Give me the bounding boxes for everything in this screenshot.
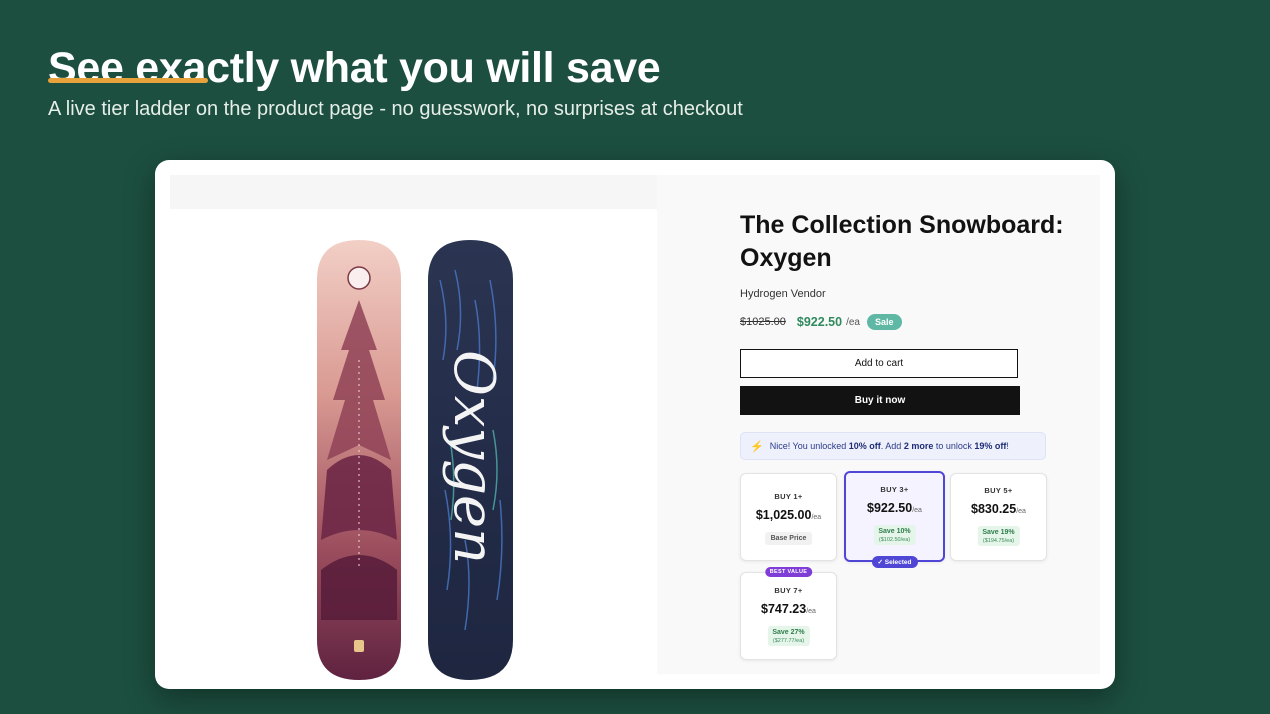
lightning-icon: ⚡ bbox=[750, 440, 764, 453]
product-page-screenshot: Oxygen The Collection Snowboard: Oxygen … bbox=[155, 160, 1115, 689]
product-gallery[interactable]: Oxygen bbox=[170, 210, 657, 680]
tier-card-buy-7[interactable]: BEST VALUE BUY 7+ $747.23/ea Save 27% ($… bbox=[740, 567, 837, 660]
product-info: The Collection Snowboard: Oxygen Hydroge… bbox=[657, 175, 1100, 674]
product-title: The Collection Snowboard: Oxygen bbox=[740, 211, 1064, 272]
tier-label: BUY 5+ bbox=[984, 486, 1013, 495]
buy-now-button[interactable]: Buy it now bbox=[740, 386, 1020, 415]
unlock-message: Nice! You unlocked 10% off. Add 2 more t… bbox=[769, 441, 1009, 451]
product-vendor: Hydrogen Vendor bbox=[740, 288, 826, 300]
selected-chip: ✓ Selected bbox=[871, 556, 918, 568]
slide-subheadline: A live tier ladder on the product page -… bbox=[48, 98, 743, 120]
unlock-banner: ⚡ Nice! You unlocked 10% off. Add 2 more… bbox=[740, 432, 1046, 460]
tier-label: BUY 7+ bbox=[774, 586, 803, 595]
tier-card-buy-3[interactable]: BUY 3+ $922.50/ea Save 10% ($102.50/ea) … bbox=[844, 471, 945, 568]
tier-label: BUY 3+ bbox=[880, 485, 909, 494]
tier-card-buy-5[interactable]: BUY 5+ $830.25/ea Save 19% ($194.75/ea) bbox=[950, 473, 1047, 561]
tier-savings: Save 10% ($102.50/ea) bbox=[873, 525, 916, 545]
sale-price: $922.50 bbox=[796, 315, 843, 329]
sale-badge: Sale bbox=[866, 314, 902, 330]
tier-price: $1,025.00/ea bbox=[755, 508, 822, 522]
tier-label: BUY 1+ bbox=[774, 492, 803, 501]
tier-price: $922.50/ea bbox=[867, 501, 922, 515]
slide-headline: See exactly what you will save bbox=[48, 44, 661, 92]
tier-savings: Save 19% ($194.75/ea) bbox=[977, 526, 1020, 546]
base-price-tag: Base Price bbox=[764, 532, 813, 545]
tier-savings: Save 27% ($277.77/ea) bbox=[767, 626, 810, 646]
board-art-text: Oxygen bbox=[441, 350, 506, 564]
tier-price: $830.25/ea bbox=[971, 502, 1026, 516]
price-row: $1025.00 $922.50 /ea Sale bbox=[740, 314, 902, 330]
snowboard-image: Oxygen bbox=[317, 240, 513, 680]
tier-card-buy-1[interactable]: BUY 1+ $1,025.00/ea Base Price bbox=[740, 473, 837, 561]
compare-price: $1025.00 bbox=[740, 316, 786, 328]
headline-underline bbox=[48, 78, 208, 83]
best-value-badge: BEST VALUE bbox=[764, 567, 813, 577]
tier-price: $747.23/ea bbox=[761, 602, 816, 616]
add-to-cart-button[interactable]: Add to cart bbox=[740, 349, 1018, 378]
price-unit: /ea bbox=[846, 316, 860, 328]
